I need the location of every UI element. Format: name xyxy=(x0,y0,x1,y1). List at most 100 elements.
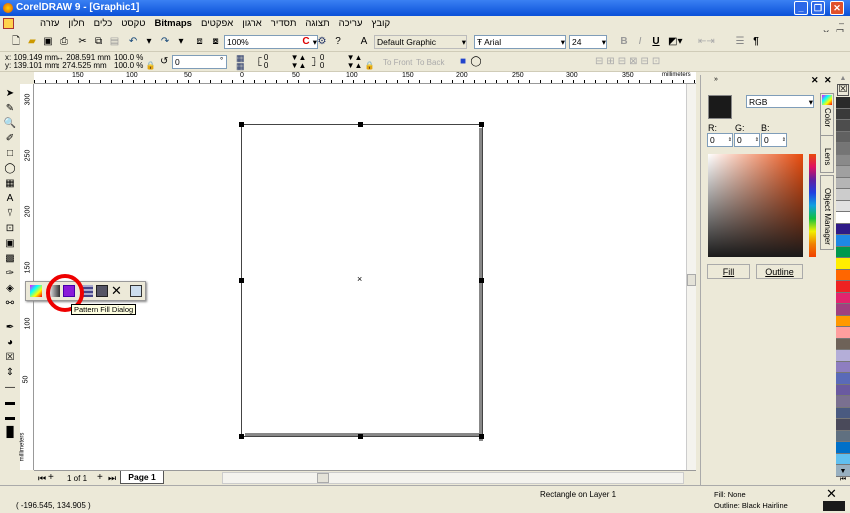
add-page-after-icon[interactable]: + xyxy=(97,472,103,483)
palette-swatch[interactable] xyxy=(836,166,850,178)
transparency-tool-icon[interactable]: ▣ xyxy=(2,237,18,251)
color-model-select[interactable]: RGB ▾ xyxy=(746,95,814,108)
no-outline-icon[interactable]: ☒ xyxy=(2,351,18,365)
underline-button[interactable]: U xyxy=(649,35,663,49)
cut-icon[interactable]: ✂ xyxy=(76,35,90,49)
thick-outline-icon[interactable]: █ xyxy=(2,426,18,440)
interactive-blend-tool-icon[interactable]: ⊡ xyxy=(2,222,18,236)
palette-scroll-up-icon[interactable]: ▲ xyxy=(836,75,850,84)
palette-swatch[interactable] xyxy=(836,453,850,465)
palette-swatch[interactable] xyxy=(836,235,850,247)
undo-icon[interactable]: ↶ xyxy=(126,35,140,49)
copy-icon[interactable]: ⧉ xyxy=(92,35,106,49)
docker-close-icon[interactable]: ✕ xyxy=(811,75,819,86)
fill-tool-icon[interactable]: ◈ xyxy=(2,282,18,296)
eyedropper-tool-icon[interactable]: ✑ xyxy=(2,267,18,281)
selection-handle[interactable] xyxy=(239,278,244,283)
menu-effects[interactable]: אפקטים xyxy=(201,18,233,29)
text-tool-icon[interactable]: A xyxy=(2,192,18,206)
palette-swatch[interactable] xyxy=(836,384,850,396)
to-back-button[interactable]: To Back xyxy=(416,58,444,67)
palette-swatch[interactable] xyxy=(836,108,850,120)
rectangle-tool-icon[interactable]: □ xyxy=(2,147,18,161)
hue-slider[interactable] xyxy=(809,154,816,257)
thin-outline-icon[interactable]: ▬ xyxy=(2,396,18,410)
paragraph-marks-button[interactable]: ¶ xyxy=(749,35,763,49)
menu-arrange[interactable]: ארגון xyxy=(242,18,262,29)
palette-swatch[interactable] xyxy=(836,269,850,281)
application-launcher-icon[interactable]: ⚙ xyxy=(315,35,329,49)
corner-roundness-bottom-right[interactable]: 0 xyxy=(320,61,324,70)
corel-online-icon[interactable]: C xyxy=(299,35,313,49)
horizontal-scrollbar[interactable] xyxy=(222,472,684,484)
vertical-scroll-thumb[interactable] xyxy=(687,274,696,286)
restore-button[interactable]: ❐ xyxy=(811,1,825,15)
paste-icon[interactable]: ▤ xyxy=(108,35,122,49)
tab-lens[interactable]: Lens xyxy=(820,135,834,173)
graphic-style-select[interactable]: Default Graphic ▾ xyxy=(374,35,467,49)
postscript-fill-dialog-icon[interactable] xyxy=(96,285,108,297)
medium-outline-icon[interactable]: ▬ xyxy=(2,411,18,425)
palette-swatch[interactable] xyxy=(836,419,850,431)
new-icon[interactable]: 🗋 xyxy=(9,35,23,49)
font-size-select[interactable]: 24 ▾ xyxy=(569,35,607,49)
export-icon[interactable]: ⧇ xyxy=(209,35,223,49)
r-input[interactable]: 0 ⇕ xyxy=(707,133,733,147)
selection-handle[interactable] xyxy=(479,434,484,439)
freehand-tool-icon[interactable]: ✐ xyxy=(2,132,18,146)
bold-button[interactable]: B xyxy=(617,35,631,49)
g-input[interactable]: 0 ⇕ xyxy=(734,133,760,147)
to-front-button[interactable]: To Front xyxy=(383,58,412,67)
palette-scroll-down-icon[interactable]: ▼ xyxy=(836,468,850,475)
palette-swatch[interactable] xyxy=(836,361,850,373)
menu-tools[interactable]: כלים xyxy=(94,18,113,29)
b-input[interactable]: 0 ⇕ xyxy=(761,133,787,147)
palette-swatch[interactable] xyxy=(836,304,850,316)
vertical-ruler[interactable]: 300 250 200 150 100 50 millimeters xyxy=(19,84,34,470)
font-select[interactable]: Ŧ Arial ▾ xyxy=(474,35,566,49)
no-color-swatch[interactable]: ☒ xyxy=(837,84,849,96)
palette-swatch[interactable] xyxy=(836,292,850,304)
menu-help[interactable]: עזרה xyxy=(40,18,59,29)
menu-window[interactable]: חלון xyxy=(68,18,84,29)
menu-layout[interactable]: תסדיר xyxy=(271,18,297,29)
palette-swatch[interactable] xyxy=(836,189,850,201)
interactive-fill-tool-icon[interactable]: ⍢ xyxy=(2,207,18,221)
outline-button[interactable]: Outline xyxy=(756,264,803,279)
import-icon[interactable]: ⧈ xyxy=(193,35,207,49)
palette-swatch[interactable] xyxy=(836,97,850,109)
palette-swatch[interactable] xyxy=(836,223,850,235)
y-position[interactable]: y: 139.101 mm xyxy=(5,62,58,70)
palette-swatch[interactable] xyxy=(836,315,850,327)
menu-edit[interactable]: עריכה xyxy=(339,18,363,29)
vertical-scrollbar[interactable] xyxy=(686,84,696,470)
palette-swatch[interactable] xyxy=(836,442,850,454)
print-icon[interactable]: ⎙ xyxy=(57,35,71,49)
palette-swatch[interactable] xyxy=(836,338,850,350)
selection-handle[interactable] xyxy=(479,122,484,127)
selection-handle[interactable] xyxy=(358,434,363,439)
open-icon[interactable]: ▰ xyxy=(25,35,39,49)
hairline-icon[interactable]: — xyxy=(2,381,18,395)
palette-swatch[interactable] xyxy=(836,212,850,224)
graph-paper-tool-icon[interactable]: ▦ xyxy=(2,177,18,191)
palette-swatch[interactable] xyxy=(836,373,850,385)
horizontal-scroll-thumb[interactable] xyxy=(317,473,329,483)
ellipse-tool-icon[interactable]: ◯ xyxy=(2,162,18,176)
palette-swatch[interactable] xyxy=(836,120,850,132)
text-format-icon[interactable]: A xyxy=(357,35,371,49)
close-button[interactable]: ✕ xyxy=(830,1,844,15)
redo-icon[interactable]: ↷ xyxy=(158,35,172,49)
rotation-angle-input[interactable]: 0 xyxy=(172,55,227,69)
alignment-icon[interactable]: ◩▾ xyxy=(668,35,682,49)
mirror-buttons-icon[interactable]: ▦ ▦ xyxy=(236,54,245,71)
save-icon[interactable]: ▣ xyxy=(41,35,55,49)
drawing-canvas[interactable]: × xyxy=(34,84,686,470)
outline-pen-icon[interactable]: ◯ xyxy=(469,55,483,69)
selection-handle[interactable] xyxy=(239,434,244,439)
fill-color-dialog-icon[interactable] xyxy=(30,285,42,297)
bullet-indent-icon[interactable]: ⇤⇥ xyxy=(698,35,715,49)
palette-swatch[interactable] xyxy=(836,396,850,408)
convert-to-curves-icon[interactable]: ■ xyxy=(456,55,470,69)
shape-tool-icon[interactable]: ✎ xyxy=(2,102,18,116)
